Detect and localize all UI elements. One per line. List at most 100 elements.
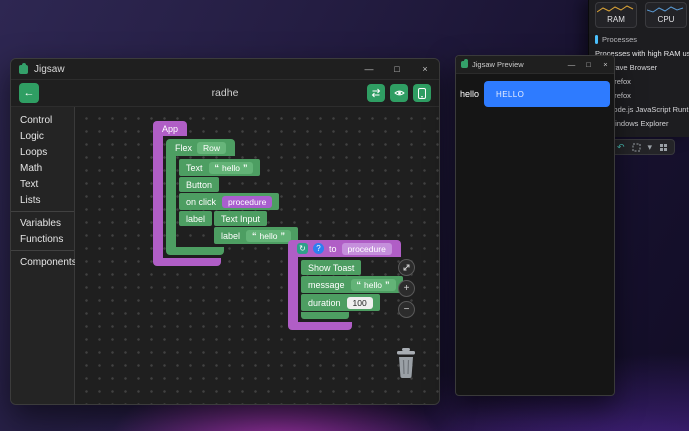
message-value-block[interactable]: “ hello ” <box>351 279 396 291</box>
message-row[interactable]: message “ hello ” <box>301 276 403 293</box>
sidebar-item-variables[interactable]: Variables <box>11 215 74 231</box>
text-input-block[interactable]: Text Input label “ hello <box>214 211 298 244</box>
processes-section-header[interactable]: Processes <box>595 35 689 44</box>
zoom-out-button[interactable]: − <box>398 301 415 318</box>
text-value: hello <box>222 163 240 173</box>
close-button[interactable]: × <box>411 59 439 79</box>
procedure-name-field[interactable]: procedure <box>342 243 392 255</box>
text-input-label-row[interactable]: label “ hello ” <box>214 227 298 244</box>
recenter-icon <box>402 263 411 272</box>
ram-graph-icon <box>597 4 635 14</box>
preview-window-controls: — □ × <box>563 56 614 73</box>
app-block-header[interactable]: App <box>153 121 187 136</box>
close-button[interactable]: × <box>597 56 614 73</box>
show-toast-footer <box>301 312 349 319</box>
sidebar-item-functions[interactable]: Functions <box>11 231 74 247</box>
sidebar-item-text[interactable]: Text <box>11 176 74 192</box>
duration-label: duration <box>308 298 341 308</box>
window-controls: — □ × <box>355 59 439 79</box>
close-quote-icon: ” <box>281 231 286 241</box>
preview-button[interactable] <box>390 84 408 102</box>
preview-text: hello <box>460 81 479 99</box>
show-toast-header[interactable]: Show Toast <box>301 260 361 275</box>
flex-block-spine <box>166 156 176 247</box>
text-input-header[interactable]: Text Input <box>214 211 267 226</box>
floating-toolbar: ↶ ▾ <box>610 139 675 155</box>
show-toast-label: Show Toast <box>308 263 354 273</box>
swap-view-button[interactable] <box>367 84 385 102</box>
sidebar-item-math[interactable]: Math <box>11 160 74 176</box>
title-bar: Jigsaw — □ × <box>11 59 439 79</box>
sidebar-divider <box>11 211 74 212</box>
help-icon[interactable]: ? <box>313 243 324 254</box>
plus-icon: + <box>404 284 410 294</box>
tab-cpu[interactable]: CPU <box>645 2 687 28</box>
category-sidebar: Control Logic Loops Math Text Lists Vari… <box>11 107 75 404</box>
flex-block-footer <box>166 247 224 255</box>
text-value-block[interactable]: “ hello ” <box>209 162 254 174</box>
sidebar-item-logic[interactable]: Logic <box>11 128 74 144</box>
flex-block-label: Flex <box>175 143 192 153</box>
procedure-spine <box>288 257 298 322</box>
preview-content: hello HELLO <box>456 74 614 114</box>
jigsaw-window: Jigsaw — □ × ← radhe <box>10 58 440 405</box>
open-quote-icon: “ <box>357 280 362 290</box>
eye-icon <box>394 89 405 97</box>
tab-ram-label: RAM <box>607 15 625 27</box>
trash-dropzone[interactable] <box>393 347 419 384</box>
input-value-block[interactable]: “ hello ” <box>246 230 291 242</box>
back-button[interactable]: ← <box>19 83 39 103</box>
block-canvas[interactable]: App Flex Row <box>75 107 439 404</box>
chevron-down-icon[interactable]: ▾ <box>648 143 653 152</box>
sidebar-item-loops[interactable]: Loops <box>11 144 74 160</box>
undo-icon[interactable]: ↶ <box>617 143 625 152</box>
duration-value-block[interactable]: 100 <box>347 297 373 309</box>
process-name: Node.js JavaScript Runtime <box>608 105 689 114</box>
editor-body: Control Logic Loops Math Text Lists Vari… <box>11 107 439 404</box>
zoom-in-button[interactable]: + <box>398 280 415 297</box>
sidebar-item-control[interactable]: Control <box>11 112 74 128</box>
flex-direction-dropdown[interactable]: Row <box>197 142 226 154</box>
app-block-footer <box>153 258 221 266</box>
minimize-button[interactable]: — <box>355 59 383 79</box>
on-click-label: on click <box>186 197 216 207</box>
crop-icon[interactable] <box>632 143 641 152</box>
flex-block-header[interactable]: Flex Row <box>166 139 235 156</box>
text-input-label: Text Input <box>221 214 260 224</box>
maximize-button[interactable]: □ <box>580 56 597 73</box>
app-block[interactable]: App Flex Row <box>153 121 298 266</box>
back-arrow-icon: ← <box>24 87 35 99</box>
tab-cpu-label: CPU <box>658 15 675 27</box>
on-click-row[interactable]: on click procedure <box>179 193 279 210</box>
input-label-field: label <box>221 231 240 241</box>
flex-block[interactable]: Flex Row Text <box>166 139 298 255</box>
open-quote-icon: “ <box>252 231 257 241</box>
recenter-button[interactable] <box>398 259 415 276</box>
close-quote-icon: ” <box>385 280 390 290</box>
procedure-header[interactable]: ↻ ? to procedure <box>288 240 401 257</box>
procedure-definition-block[interactable]: ↻ ? to procedure Show T <box>288 240 403 330</box>
text-field-row[interactable]: Text “ hello ” <box>179 159 260 176</box>
refresh-icon[interactable]: ↻ <box>297 243 308 254</box>
label-field-label: label <box>186 214 205 224</box>
tab-ram[interactable]: RAM <box>595 2 637 28</box>
phone-icon <box>418 88 426 99</box>
procedure-call-block[interactable]: procedure <box>222 196 272 208</box>
duration-row[interactable]: duration 100 <box>301 294 380 311</box>
sidebar-divider <box>11 250 74 251</box>
label-field-row[interactable]: label <box>179 211 212 226</box>
sidebar-item-components[interactable]: Components <box>11 254 74 270</box>
process-name: Brave Browser <box>608 63 657 72</box>
sidebar-item-lists[interactable]: Lists <box>11 192 74 208</box>
close-quote-icon: ” <box>243 163 248 173</box>
jigsaw-logo-icon <box>19 65 28 74</box>
maximize-button[interactable]: □ <box>383 59 411 79</box>
export-device-button[interactable] <box>413 84 431 102</box>
cpu-graph-icon <box>647 4 685 14</box>
grid-icon[interactable] <box>659 143 668 152</box>
selected-accent-bar <box>595 35 598 44</box>
minimize-button[interactable]: — <box>563 56 580 73</box>
show-toast-block[interactable]: Show Toast message “ hello ” <box>301 260 403 319</box>
button-block[interactable]: Button <box>179 177 219 192</box>
preview-hello-button[interactable]: HELLO <box>484 81 610 107</box>
